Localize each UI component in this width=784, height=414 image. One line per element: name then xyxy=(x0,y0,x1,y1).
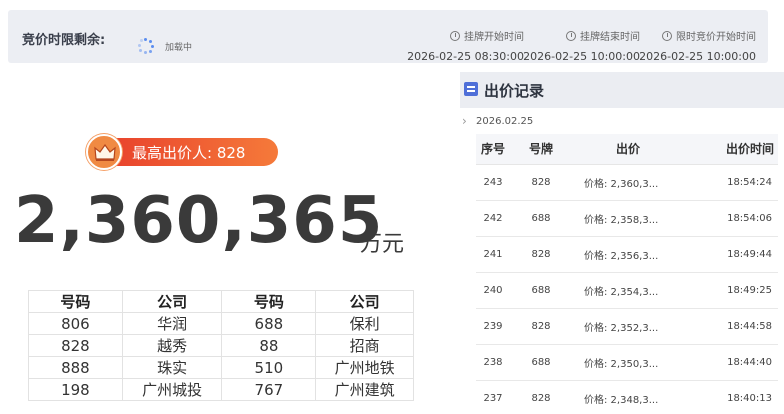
cell-company: 广州城投 xyxy=(121,378,223,401)
cell-plate: 688 xyxy=(510,344,572,381)
table-row: 198 广州城投 767 广州建筑 xyxy=(28,378,414,401)
table-row: 237 828 价格: 2,348,3... 18:40:13 xyxy=(476,380,778,414)
bid-record-date: 2026.02.25 xyxy=(476,116,534,127)
bid-table-header: 序号 号牌 出价 出价时间 xyxy=(476,134,778,165)
cell-number: 806 xyxy=(28,312,123,335)
bid-record-title: 出价记录 xyxy=(484,82,545,100)
cell-plate: 828 xyxy=(510,380,572,414)
table-row: 242 688 价格: 2,358,3... 18:54:06 xyxy=(476,200,778,237)
record-list-icon xyxy=(464,82,478,96)
listing-start-value: 2026-02-25 08:30:00 xyxy=(407,50,524,63)
cell-company: 广州建筑 xyxy=(315,378,414,401)
listing-end-time: 挂牌结束时间 2026-02-25 10:00:00 xyxy=(510,28,640,63)
highest-bidder-label: 最高出价人: xyxy=(132,144,213,162)
bid-record-panel: 出价记录 › 2026.02.25 序号 号牌 出价 出价时间 243 828 … xyxy=(460,72,784,414)
table-row: 243 828 价格: 2,360,3... 18:54:24 xyxy=(476,164,778,201)
table-row: 806 华润 688 保利 xyxy=(28,312,414,335)
table-row: 828 越秀 88 招商 xyxy=(28,334,414,357)
crown-icon xyxy=(86,134,122,170)
cell-seq: 243 xyxy=(476,164,510,201)
cell-time: 18:49:25 xyxy=(684,272,778,309)
table-row: 241 828 价格: 2,356,3... 18:49:44 xyxy=(476,236,778,273)
table-row: 888 珠实 510 广州地铁 xyxy=(28,356,414,379)
cell-time: 18:54:24 xyxy=(684,164,778,201)
cell-plate: 828 xyxy=(510,164,572,201)
header-price: 出价 xyxy=(572,134,684,165)
listing-start-time: 挂牌开始时间 2026-02-25 08:30:00 xyxy=(394,28,524,63)
cell-price: 价格: 2,360,3... xyxy=(572,164,684,201)
cell-time: 18:44:40 xyxy=(684,344,778,381)
clock-icon xyxy=(662,30,672,41)
cell-company: 珠实 xyxy=(121,356,223,379)
cell-number: 828 xyxy=(28,334,123,357)
cell-number: 510 xyxy=(221,356,317,379)
cell-number: 888 xyxy=(28,356,123,379)
bidding-start-title: 限时竞价开始时间 xyxy=(676,32,756,43)
header-number: 号码 xyxy=(28,290,123,313)
highest-bidder-text: 最高出价人: 828 xyxy=(132,142,245,163)
cell-price: 价格: 2,350,3... xyxy=(572,344,684,381)
header-seq: 序号 xyxy=(476,134,510,165)
bidding-start-value: 2026-02-25 10:00:00 xyxy=(639,50,756,63)
table-row: 239 828 价格: 2,352,3... 18:44:58 xyxy=(476,308,778,345)
header-company: 公司 xyxy=(121,290,223,313)
cell-price: 价格: 2,356,3... xyxy=(572,236,684,273)
cell-seq: 240 xyxy=(476,272,510,309)
highest-bidder-number: 828 xyxy=(216,144,246,162)
cell-number: 688 xyxy=(221,312,317,335)
bid-record-header: 出价记录 xyxy=(460,72,784,108)
cell-number: 767 xyxy=(221,378,317,401)
cell-price: 价格: 2,348,3... xyxy=(572,380,684,414)
price-unit: 万元 xyxy=(360,232,405,257)
cell-company: 保利 xyxy=(315,312,414,335)
listing-end-value: 2026-02-25 10:00:00 xyxy=(523,50,640,63)
table-row: 240 688 价格: 2,354,3... 18:49:25 xyxy=(476,272,778,309)
cell-time: 18:44:58 xyxy=(684,308,778,345)
countdown-label: 竞价时限剩余: xyxy=(22,33,106,48)
cell-number: 88 xyxy=(221,334,317,357)
company-table: 号码 公司 号码 公司 806 华润 688 保利 828 越秀 88 招商 8… xyxy=(28,290,414,401)
header-company: 公司 xyxy=(315,290,414,313)
cell-seq: 237 xyxy=(476,380,510,414)
cell-company: 广州地铁 xyxy=(315,356,414,379)
cell-seq: 241 xyxy=(476,236,510,273)
cell-time: 18:40:13 xyxy=(684,380,778,414)
table-row: 238 688 价格: 2,350,3... 18:44:40 xyxy=(476,344,778,381)
clock-icon xyxy=(450,30,460,41)
cell-plate: 828 xyxy=(510,236,572,273)
highest-bidder-badge: 最高出价人: 828 xyxy=(86,134,278,170)
cell-company: 华润 xyxy=(121,312,223,335)
cell-company: 越秀 xyxy=(121,334,223,357)
cell-company: 招商 xyxy=(315,334,414,357)
collapse-chevron-icon[interactable]: › xyxy=(462,114,467,128)
bid-record-table: 序号 号牌 出价 出价时间 243 828 价格: 2,360,3... 18:… xyxy=(476,134,778,414)
cell-plate: 688 xyxy=(510,200,572,237)
header-plate: 号牌 xyxy=(510,134,572,165)
loading-text: 加载中 xyxy=(165,43,193,53)
cell-seq: 242 xyxy=(476,200,510,237)
loading-spinner-icon xyxy=(138,38,154,54)
header-number: 号码 xyxy=(221,290,317,313)
cell-price: 价格: 2,358,3... xyxy=(572,200,684,237)
clock-icon xyxy=(566,30,576,41)
cell-time: 18:49:44 xyxy=(684,236,778,273)
cell-plate: 688 xyxy=(510,272,572,309)
header-time: 出价时间 xyxy=(684,134,778,165)
cell-time: 18:54:06 xyxy=(684,200,778,237)
cell-seq: 238 xyxy=(476,344,510,381)
cell-plate: 828 xyxy=(510,308,572,345)
countdown-bar: 竞价时限剩余: 加载中 挂牌开始时间 2026-02-25 08:30:00 挂… xyxy=(8,10,768,63)
cell-price: 价格: 2,352,3... xyxy=(572,308,684,345)
bidding-start-time: 限时竞价开始时间 2026-02-25 10:00:00 xyxy=(626,28,756,63)
current-price: 2,360,365 xyxy=(14,184,384,258)
company-table-header: 号码 公司 号码 公司 xyxy=(28,290,414,313)
cell-price: 价格: 2,354,3... xyxy=(572,272,684,309)
cell-seq: 239 xyxy=(476,308,510,345)
cell-number: 198 xyxy=(28,378,123,401)
